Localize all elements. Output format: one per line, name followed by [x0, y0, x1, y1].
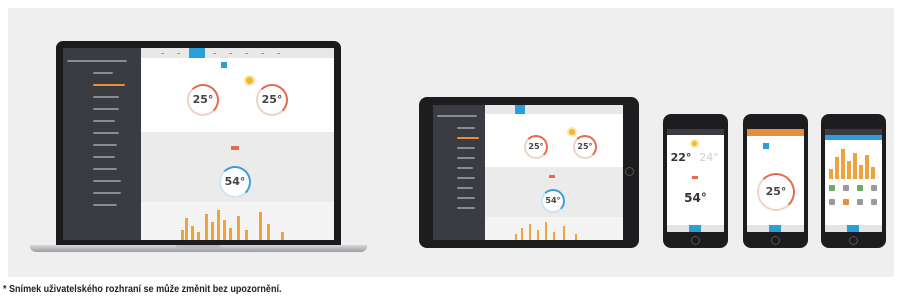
phone-home-button[interactable] — [849, 236, 858, 245]
water-gauge: 54° — [219, 166, 251, 198]
usage-chart — [485, 217, 623, 240]
gauge-value: 25° — [528, 142, 544, 151]
gauge-value: 25° — [577, 142, 593, 151]
sidebar-item[interactable] — [93, 156, 115, 158]
disclaimer-footnote: * Snímek uživatelského rozhraní se může … — [3, 283, 282, 295]
sidebar-item[interactable] — [93, 96, 119, 98]
phone-screen: 25° — [747, 129, 804, 232]
laptop-lid: 25° 25° 54° — [56, 41, 341, 245]
sidebar-item[interactable] — [93, 120, 115, 122]
gauge-value: 25° — [261, 93, 283, 106]
temperature-gauge: 25° — [524, 135, 548, 159]
temperature-gauge: 25° — [187, 84, 219, 116]
laptop-water-section: 54° — [141, 132, 334, 240]
sidebar-item[interactable] — [67, 60, 127, 62]
sidebar-item[interactable] — [93, 180, 121, 182]
sidebar-item[interactable] — [93, 132, 119, 134]
laptop-sidebar — [63, 48, 141, 240]
gauge-value: 25° — [765, 185, 787, 198]
gauge-value: 54° — [224, 175, 246, 188]
temperature-gauge: 25° — [757, 173, 795, 211]
laptop-screen: 25° 25° 54° — [63, 48, 334, 240]
tab-active[interactable] — [189, 48, 205, 58]
laptop-tabbar — [141, 48, 334, 58]
laptop-mockup: 25° 25° 54° 25° 25° 54° 22° 24° 54° 25° — [8, 8, 894, 277]
gauge-value: 25° — [192, 93, 214, 106]
phone-mockup: 25° — [743, 114, 808, 248]
sidebar-item[interactable] — [93, 204, 117, 206]
phone-tabbar — [667, 225, 724, 232]
gauge-value: 22° — [670, 151, 692, 164]
phone-mockup — [821, 114, 886, 248]
sidebar-item[interactable] — [93, 72, 113, 74]
sun-icon — [569, 129, 575, 135]
tablet-water-section: 54° — [485, 167, 623, 240]
phone-tabbar — [747, 225, 804, 232]
showcase-panel: 25° 25° 54° 25° 25° 54° 22° 24° 54° 25° — [8, 8, 894, 277]
sun-icon — [246, 77, 253, 84]
temperature-gauge: 25° — [256, 84, 288, 116]
device-icon-row — [829, 185, 878, 191]
date-chip — [221, 62, 227, 68]
phone-header — [747, 129, 804, 136]
laptop-notch — [176, 245, 220, 248]
usage-chart — [141, 202, 334, 240]
gauge-value: 54° — [684, 191, 707, 205]
phone-subheader — [825, 135, 882, 140]
tablet-mockup: 25° 25° 54° — [419, 97, 639, 248]
phone-tabbar — [825, 225, 882, 232]
sun-icon — [692, 141, 697, 146]
device-icon-row — [829, 199, 878, 205]
tap-icon — [692, 176, 698, 179]
tab-active[interactable] — [689, 225, 701, 232]
phone-home-button[interactable] — [691, 236, 700, 245]
phone-home-button[interactable] — [771, 236, 780, 245]
tab-active[interactable] — [515, 105, 525, 114]
usage-chart — [827, 143, 880, 179]
tablet-sidebar — [433, 105, 485, 240]
gauge-value: 24° — [699, 151, 719, 164]
tablet-tabbar — [485, 105, 623, 114]
phone-screen: 22° 24° 54° — [667, 129, 724, 232]
sidebar-item-active[interactable] — [93, 84, 125, 86]
date-chip — [763, 143, 769, 149]
tap-icon — [231, 146, 239, 150]
sidebar-item[interactable] — [93, 108, 119, 110]
phone-screen — [825, 129, 882, 232]
tablet-home-button[interactable] — [625, 167, 634, 176]
phone-header — [667, 129, 724, 135]
tab-active[interactable] — [847, 225, 859, 232]
tab-active[interactable] — [769, 225, 781, 232]
water-gauge: 54° — [541, 189, 565, 213]
tablet-screen: 25° 25° 54° — [433, 105, 623, 240]
sidebar-item[interactable] — [93, 192, 121, 194]
phone-mockup: 22° 24° 54° — [663, 114, 728, 248]
tap-icon — [549, 175, 555, 178]
temperature-gauge: 25° — [573, 135, 597, 159]
sidebar-item[interactable] — [93, 168, 117, 170]
sidebar-item[interactable] — [93, 144, 117, 146]
gauge-value: 54° — [545, 196, 561, 205]
